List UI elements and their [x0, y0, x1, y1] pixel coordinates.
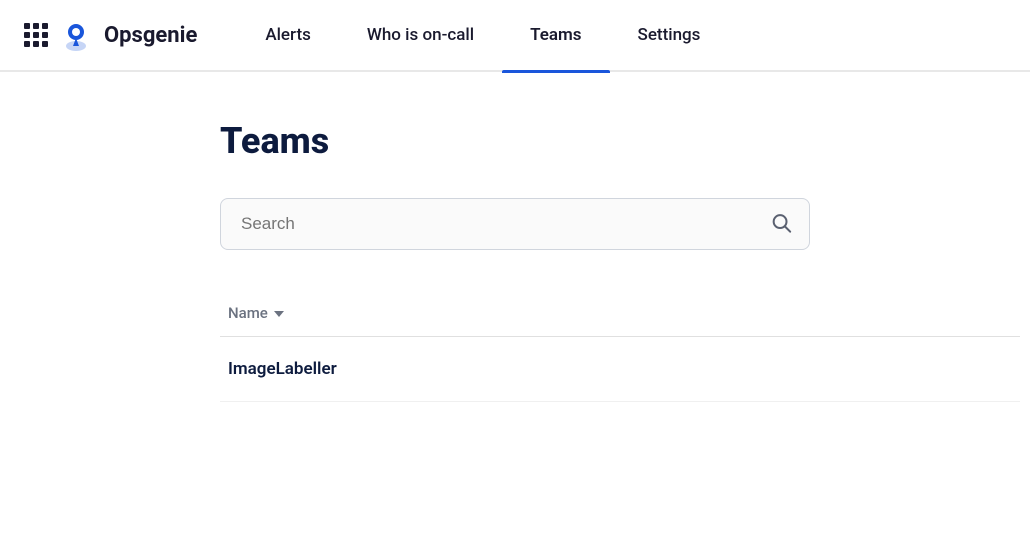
nav-item-settings[interactable]: Settings [610, 0, 729, 71]
nav-item-who-is-on-call[interactable]: Who is on-call [339, 0, 502, 71]
opsgenie-logo-icon [60, 19, 92, 51]
navbar: Opsgenie Alerts Who is on-call Teams Set… [0, 0, 1030, 72]
table-header: Name [220, 290, 1020, 337]
page-title: Teams [220, 120, 1030, 162]
chevron-down-icon [274, 311, 284, 317]
grid-icon[interactable] [24, 23, 48, 47]
table-row[interactable]: ImageLabeller [220, 337, 1020, 402]
search-icon [770, 212, 792, 234]
search-input[interactable] [220, 198, 810, 250]
nav-left: Opsgenie [24, 19, 237, 51]
brand-name: Opsgenie [104, 23, 197, 48]
column-name-header[interactable]: Name [220, 300, 292, 326]
search-button[interactable] [766, 208, 796, 241]
main-content: Teams Name ImageLabeller [0, 72, 1030, 402]
nav-item-alerts[interactable]: Alerts [237, 0, 339, 71]
table-area: Name ImageLabeller [220, 290, 1020, 402]
team-name: ImageLabeller [228, 359, 337, 379]
search-container [220, 198, 810, 250]
nav-item-teams[interactable]: Teams [502, 0, 609, 71]
column-name-label: Name [228, 304, 268, 322]
nav-links: Alerts Who is on-call Teams Settings [237, 0, 1006, 70]
